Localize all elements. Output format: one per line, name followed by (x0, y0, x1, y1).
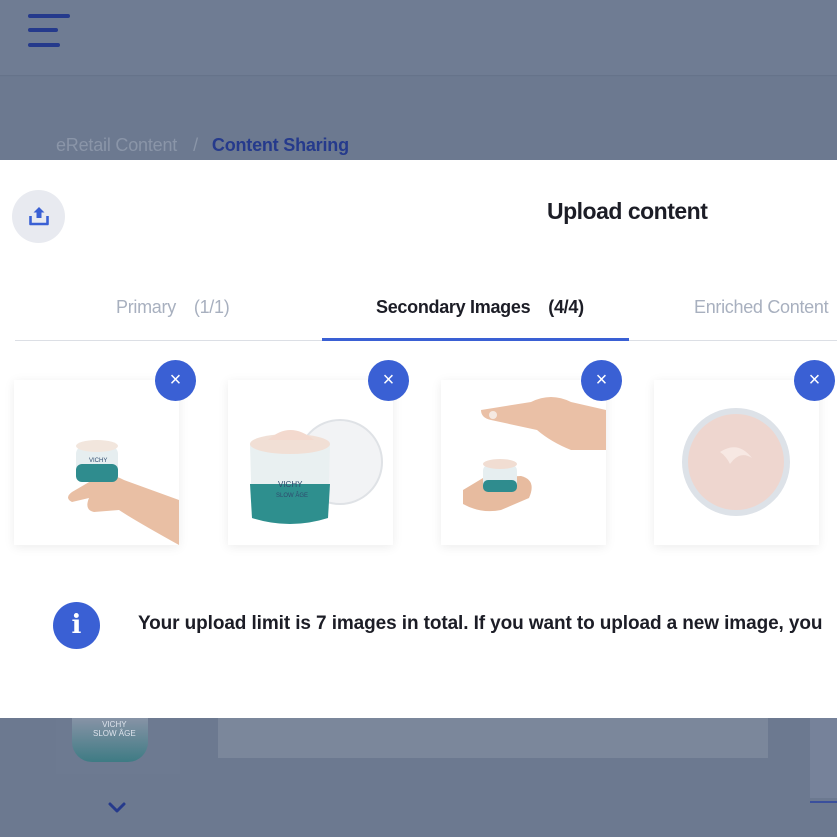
breadcrumb-link-eretail-content[interactable]: eRetail Content (56, 135, 177, 155)
upload-limit-message: Your upload limit is 7 images in total. … (138, 613, 823, 634)
image-thumbnail[interactable]: VICHY (14, 380, 179, 545)
image-thumbnail[interactable] (654, 380, 819, 545)
background-jar-brand: VICHY (102, 720, 127, 729)
tab-enriched-content-label: Enriched Content (694, 297, 829, 317)
cream-texture-image (654, 380, 819, 545)
breadcrumb-separator: / (193, 135, 198, 155)
remove-image-button[interactable]: × (794, 360, 835, 401)
image-thumbnail[interactable]: VICHY SLOW ÂGE (228, 380, 393, 545)
chevron-down-icon[interactable] (107, 800, 127, 816)
svg-text:VICHY: VICHY (89, 458, 107, 464)
hand-holding-jar-image: VICHY (14, 380, 179, 545)
svg-text:VICHY: VICHY (278, 480, 303, 489)
tab-bar: Primary (1/1) Secondary Images (4/4) Enric… (15, 280, 837, 341)
remove-image-button[interactable]: × (155, 360, 196, 401)
background-right-panel (810, 718, 837, 798)
remove-image-button[interactable]: × (368, 360, 409, 401)
upload-icon-badge (12, 190, 65, 243)
background-right-divider (810, 801, 837, 803)
hands-applying-cream-image (441, 380, 606, 545)
hamburger-menu-icon[interactable] (28, 14, 72, 48)
tab-primary-label: Primary (116, 297, 176, 317)
breadcrumb-current-content-sharing[interactable]: Content Sharing (212, 135, 349, 155)
background-jar-line: SLOW ÂGE (93, 729, 136, 738)
tab-primary[interactable]: Primary (1/1) (116, 297, 230, 357)
app-header (0, 0, 837, 76)
remove-image-button[interactable]: × (581, 360, 622, 401)
tab-secondary-images-count: (4/4) (548, 297, 584, 317)
upload-content-modal: Upload content Primary (1/1) Secondary Im… (0, 160, 837, 718)
info-icon: i (53, 602, 100, 649)
background-panel (218, 718, 768, 758)
modal-title: Upload content (547, 198, 708, 224)
active-tab-indicator (322, 338, 629, 341)
image-thumbnail[interactable] (441, 380, 606, 545)
background-jar-label: VICHY SLOW ÂGE (93, 720, 136, 738)
svg-text:SLOW ÂGE: SLOW ÂGE (276, 492, 308, 499)
tab-primary-count: (1/1) (193, 297, 230, 317)
tab-secondary-images-label: Secondary Images (376, 297, 531, 317)
breadcrumb: eRetail Content / Content Sharing (56, 135, 349, 156)
upload-icon (29, 207, 49, 226)
open-jar-image: VICHY SLOW ÂGE (228, 380, 393, 545)
secondary-image-list: VICHY × VICHY SLOW ÂGE × × × (0, 360, 837, 546)
tab-secondary-images[interactable]: Secondary Images (4/4) (376, 297, 584, 357)
tab-enriched-content[interactable]: Enriched Content (694, 297, 829, 357)
